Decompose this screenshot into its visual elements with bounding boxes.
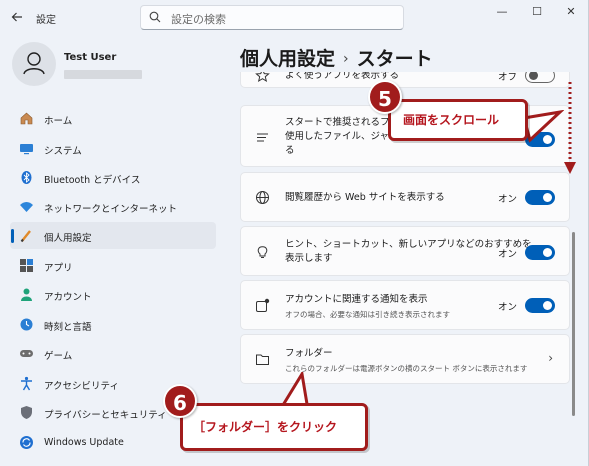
browsing-history-state: オン xyxy=(497,194,517,205)
sidebar-item-label: プライバシーとセキュリティ xyxy=(44,410,167,421)
network-icon xyxy=(20,202,33,212)
tips-card[interactable]: ヒント、ショートカット、新しいアプリなどのおすすめを 表示します オン xyxy=(240,226,570,276)
sidebar-item-label: システム xyxy=(44,146,82,157)
search-placeholder: 設定の検索 xyxy=(171,13,226,26)
sidebar-item-accounts[interactable]: アカウント xyxy=(10,281,216,308)
user-name: Test User xyxy=(64,52,117,63)
breadcrumb-current: スタート xyxy=(356,48,433,70)
search-icon xyxy=(149,11,161,23)
step6-badge: 6 xyxy=(163,384,197,418)
lightbulb-icon xyxy=(257,246,268,258)
close-button[interactable]: ✕ xyxy=(563,4,579,20)
back-button[interactable] xyxy=(10,10,26,26)
callout-step5: 画面をスクロール xyxy=(388,99,528,141)
search-input[interactable]: 設定の検索 xyxy=(140,5,404,30)
browsing-history-title: 閲覧履歴から Web サイトを表示する xyxy=(285,192,445,203)
callout-step6: ［フォルダー］をクリック xyxy=(180,403,368,451)
notification-badge-icon xyxy=(256,298,270,312)
sidebar-item-time-language[interactable]: 時刻と言語 xyxy=(10,311,216,338)
browsing-history-card[interactable]: 閲覧履歴から Web サイトを表示する オン xyxy=(240,172,570,222)
accessibility-icon xyxy=(21,376,32,391)
gaming-icon xyxy=(20,350,33,357)
app-title: 設定 xyxy=(36,15,56,26)
scrollbar-thumb[interactable] xyxy=(572,232,575,416)
sidebar-item-label: Bluetooth とデバイス xyxy=(44,175,141,186)
account-notifications-toggle[interactable] xyxy=(525,298,555,313)
step5-badge: 5 xyxy=(368,80,402,114)
sidebar-item-label: ネットワークとインターネット xyxy=(44,204,178,215)
sidebar-item-label: 個人用設定 xyxy=(44,233,92,244)
sidebar-item-system[interactable]: システム xyxy=(10,135,216,162)
breadcrumb-parent[interactable]: 個人用設定 xyxy=(240,48,335,70)
account-notifications-subtitle: オフの場合、必要な通知は引き続き表示されます xyxy=(285,310,450,319)
settings-window: 設定 設定の検索 — ☐ ✕ Test User ホーム システム Blueto… xyxy=(0,0,589,466)
folders-title: フォルダー xyxy=(285,348,333,359)
folder-icon xyxy=(256,354,269,365)
recommended-title-line3: る xyxy=(285,145,295,156)
apps-icon xyxy=(20,259,33,272)
privacy-icon xyxy=(21,406,32,419)
sidebar-item-apps[interactable]: アプリ xyxy=(10,252,216,279)
sidebar-item-home[interactable]: ホーム xyxy=(10,105,216,132)
browsing-history-toggle[interactable] xyxy=(525,190,555,205)
frequent-apps-card[interactable]: よく使うアプリを表示する オフ xyxy=(240,72,570,88)
windows-update-icon xyxy=(20,436,33,449)
user-icon xyxy=(23,52,45,75)
sidebar-item-network[interactable]: ネットワークとインターネット xyxy=(10,193,216,220)
account-notifications-state: オン xyxy=(497,302,517,313)
folders-subtitle: これらのフォルダーは電源ボタンの横のスタート ボタンに表示されます xyxy=(285,364,528,373)
sidebar-item-bluetooth[interactable]: Bluetooth とデバイス xyxy=(10,164,216,191)
sidebar-item-personalization[interactable]: 個人用設定 xyxy=(10,222,216,249)
star-icon xyxy=(255,72,270,83)
time-language-icon xyxy=(20,318,33,331)
list-icon xyxy=(257,133,268,142)
frequent-apps-toggle[interactable] xyxy=(525,72,555,83)
sidebar-item-label: アクセシビリティ xyxy=(44,381,119,392)
sidebar-item-label: アプリ xyxy=(44,263,73,274)
sidebar-item-label: ゲーム xyxy=(44,351,73,362)
tips-state: オン xyxy=(497,249,517,260)
active-indicator xyxy=(11,229,14,243)
frequent-apps-state: オフ xyxy=(497,72,517,83)
chevron-right-icon: › xyxy=(548,351,553,365)
user-email-redacted xyxy=(64,70,142,79)
callout-step5-text: 画面をスクロール xyxy=(403,113,500,127)
tips-title-line1: ヒント、ショートカット、新しいアプリなどのおすすめを xyxy=(285,239,532,250)
personalization-icon xyxy=(20,230,31,243)
account-notifications-card[interactable]: アカウントに関連する通知を表示 オフの場合、必要な通知は引き続き表示されます オ… xyxy=(240,280,570,330)
minimize-button[interactable]: — xyxy=(494,4,510,20)
system-icon xyxy=(20,144,33,155)
sidebar-item-label: 時刻と言語 xyxy=(44,322,92,333)
sidebar-item-gaming[interactable]: ゲーム xyxy=(10,340,216,367)
tips-toggle[interactable] xyxy=(525,245,555,260)
tips-title-line2: 表示します xyxy=(285,253,333,264)
sidebar-item-label: Windows Update xyxy=(44,437,124,448)
page-title: 個人用設定 › スタート xyxy=(240,44,433,71)
globe-icon xyxy=(256,191,269,204)
sidebar-item-label: ホーム xyxy=(44,116,73,127)
account-icon xyxy=(21,288,32,301)
callout-step6-text: ［フォルダー］をクリック xyxy=(193,420,338,434)
account-notifications-title: アカウントに関連する通知を表示 xyxy=(285,294,428,305)
sidebar-item-label: アカウント xyxy=(44,292,92,303)
maximize-button[interactable]: ☐ xyxy=(529,4,545,20)
back-arrow-icon xyxy=(11,12,22,22)
avatar[interactable] xyxy=(12,42,56,86)
bluetooth-icon xyxy=(21,171,32,184)
breadcrumb-separator: › xyxy=(343,51,349,67)
home-icon xyxy=(20,112,33,125)
